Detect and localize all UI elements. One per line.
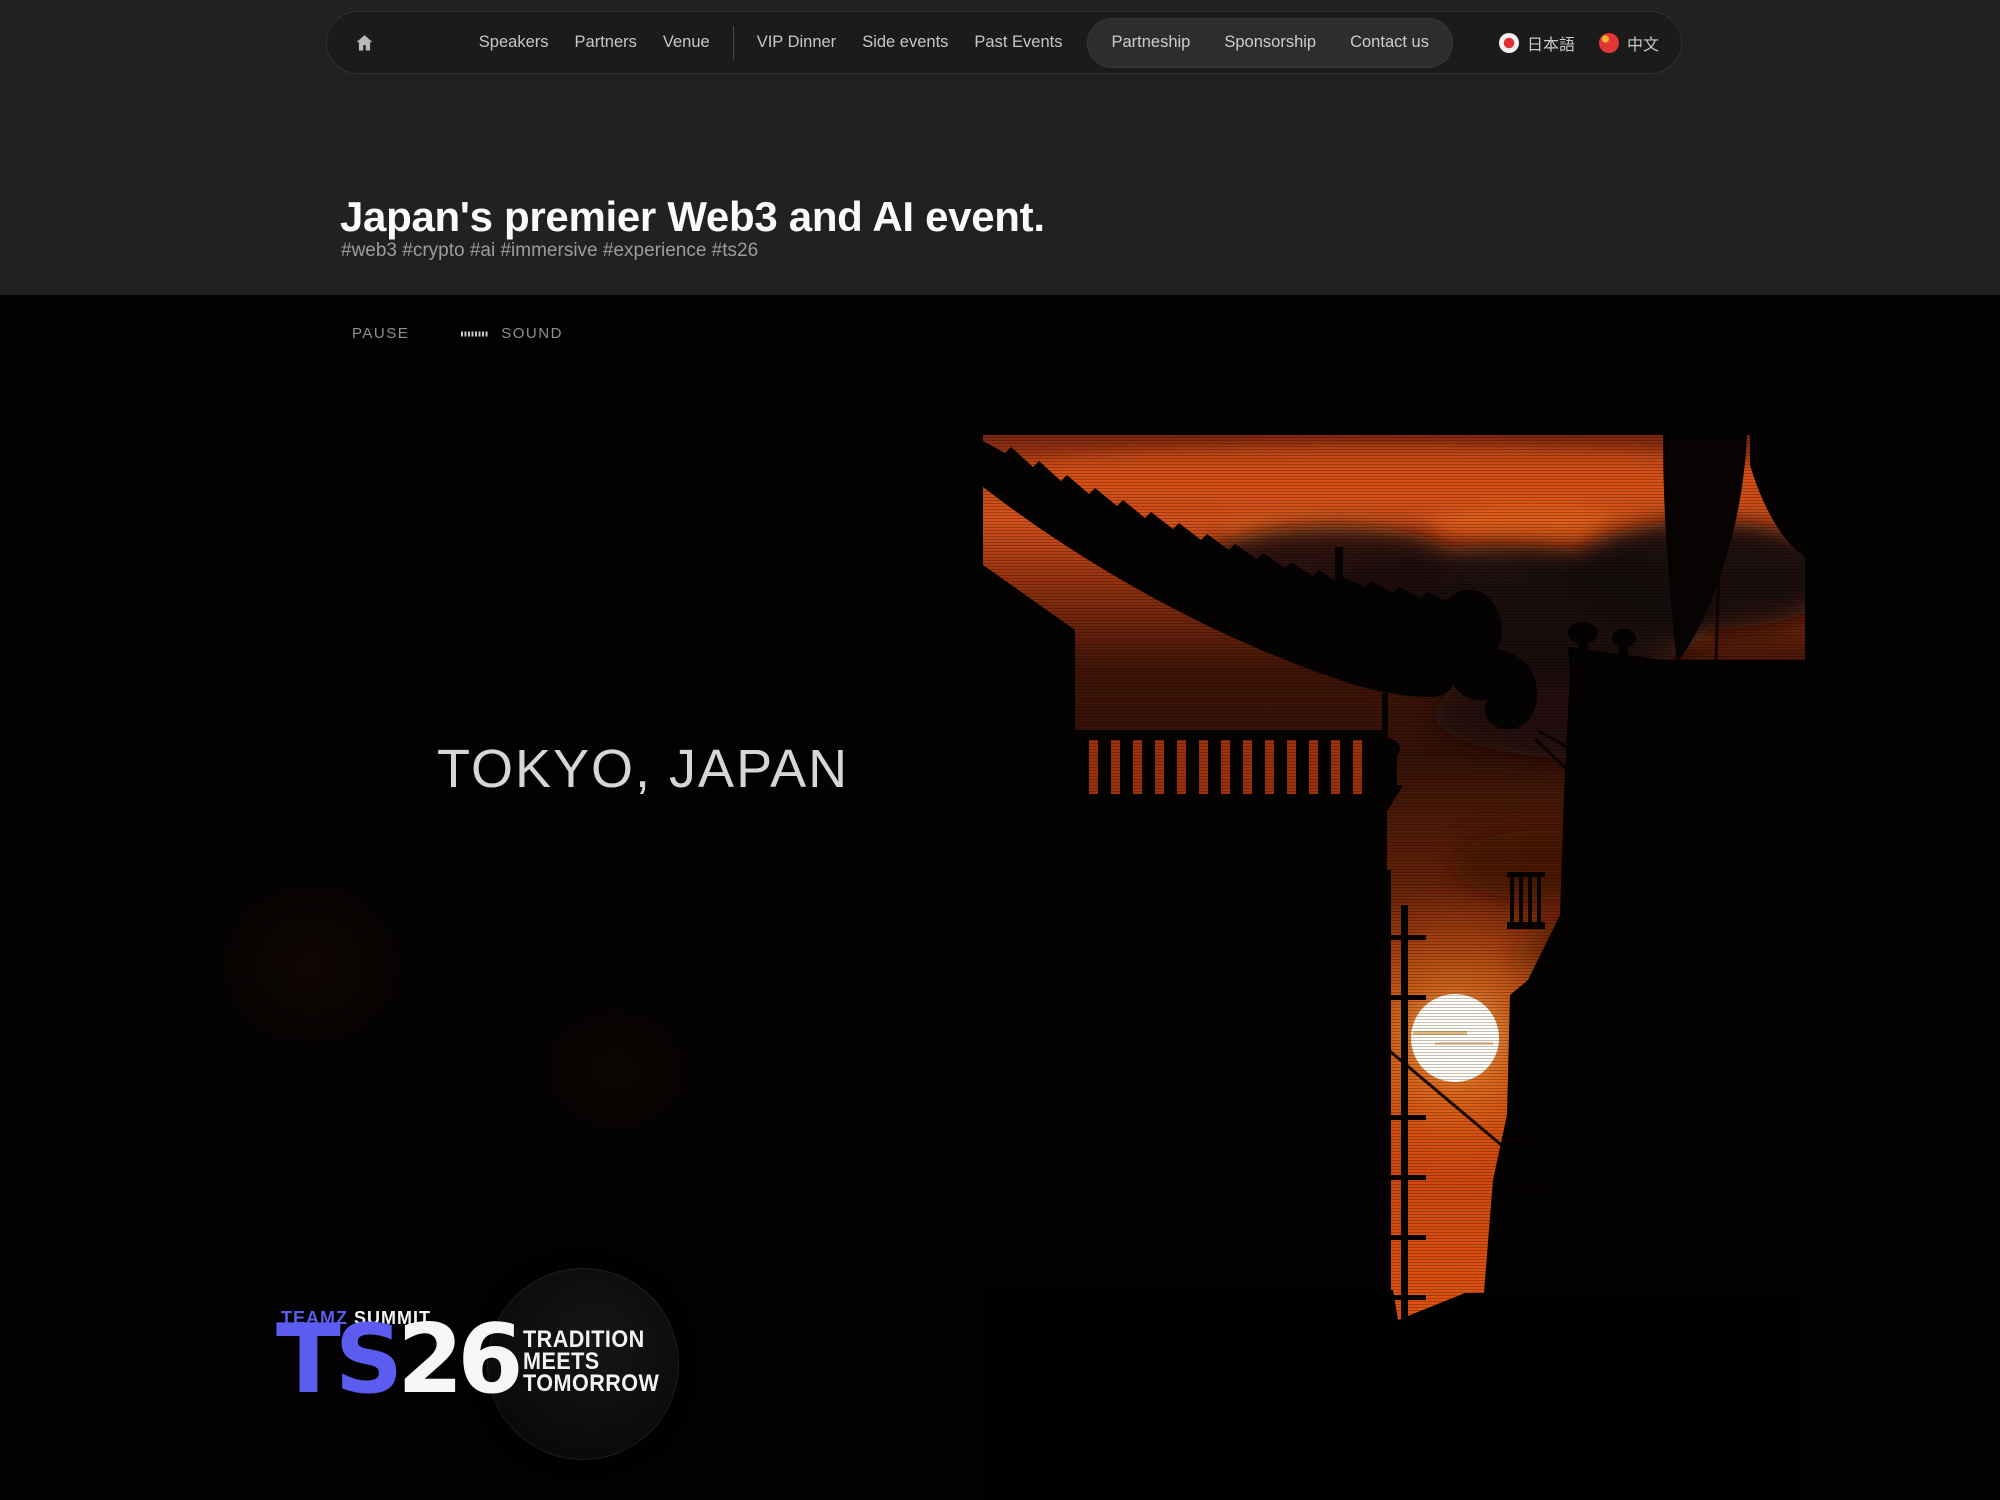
faint-reflection [470, 945, 760, 1195]
language-chinese-label: 中文 [1627, 31, 1659, 55]
nav-item-venue[interactable]: Venue [650, 33, 723, 52]
header-section: Speakers Partners Venue VIP Dinner Side … [0, 0, 2000, 295]
scaffold-tower [1378, 870, 1426, 1500]
logo-tagline: TRADITION MEETS TOMORROW [523, 1329, 659, 1395]
sun-glow [1290, 888, 1620, 1188]
sound-button-label: SOUND [501, 325, 563, 342]
china-flag-icon [1599, 33, 1619, 53]
nav-item-vip-dinner[interactable]: VIP Dinner [744, 33, 850, 52]
language-chinese[interactable]: 中文 [1599, 31, 1659, 55]
building-balconies [1507, 872, 1545, 1192]
bottom-shadow [983, 1290, 1805, 1500]
nav-item-speakers[interactable]: Speakers [466, 33, 562, 52]
sail-silhouette [1663, 435, 1747, 663]
location-caption: TOKYO, JAPAN [437, 738, 849, 800]
page: Speakers Partners Venue VIP Dinner Side … [0, 0, 2000, 1500]
nav-item-past-events[interactable]: Past Events [961, 33, 1075, 52]
nav-links: Speakers Partners Venue VIP Dinner Side … [466, 18, 1659, 68]
logo-year: 26 [397, 1305, 517, 1415]
nav-item-partners[interactable]: Partners [562, 33, 650, 52]
video-controls: PAUSE SOUND [352, 325, 563, 342]
sun-streak [1435, 1042, 1493, 1045]
pause-button[interactable]: PAUSE [352, 325, 409, 342]
pagoda-balcony [1075, 730, 1387, 872]
tagline-line-3: TOMORROW [523, 1373, 659, 1395]
home-icon [354, 33, 375, 53]
sun-streak [1413, 1031, 1467, 1035]
sunset-video-frame [983, 435, 1805, 1500]
faint-reflection [150, 820, 470, 1110]
main-navbar: Speakers Partners Venue VIP Dinner Side … [326, 11, 1682, 74]
hanging-lantern [1367, 693, 1403, 815]
logo-ts26: TS26 [276, 1313, 517, 1408]
nav-divider [733, 26, 734, 60]
hashtags-line: #web3 #crypto #ai #immersive #experience… [341, 240, 758, 262]
page-title: Japan's premier Web3 and AI event. [340, 193, 1045, 241]
sky [983, 435, 1805, 1500]
japan-flag-icon [1499, 33, 1519, 53]
nav-cta-group: Partneship Sponsorship Contact us [1087, 18, 1453, 68]
sunset-scene [983, 435, 1805, 1500]
pagoda-body-silhouette [983, 565, 1387, 1500]
home-button[interactable] [351, 30, 377, 56]
language-japanese[interactable]: 日本語 [1499, 31, 1575, 55]
lower-lattice [1135, 1395, 1304, 1443]
power-cables [1323, 435, 1805, 1180]
language-switcher: 日本語 中文 [1475, 31, 1659, 55]
nav-item-side-events[interactable]: Side events [849, 33, 961, 52]
nav-item-partnership[interactable]: Partneship [1094, 33, 1207, 52]
pagoda-roof-silhouette [983, 435, 1537, 729]
corner-structure [1750, 435, 1805, 557]
video-section: PAUSE SOUND TOKYO, JAPAN [0, 295, 2000, 1500]
sun [1411, 994, 1499, 1082]
language-japanese-label: 日本語 [1527, 31, 1575, 55]
logo-ts: TS [276, 1305, 397, 1415]
glowing-clouds [983, 445, 1783, 650]
right-building-silhouette [1477, 622, 1805, 1500]
sound-button[interactable]: SOUND [461, 325, 563, 342]
dark-clouds [1203, 520, 1805, 1085]
nav-item-sponsorship[interactable]: Sponsorship [1207, 33, 1333, 52]
sound-bars-icon [461, 330, 489, 338]
nav-item-contact-us[interactable]: Contact us [1333, 33, 1446, 52]
